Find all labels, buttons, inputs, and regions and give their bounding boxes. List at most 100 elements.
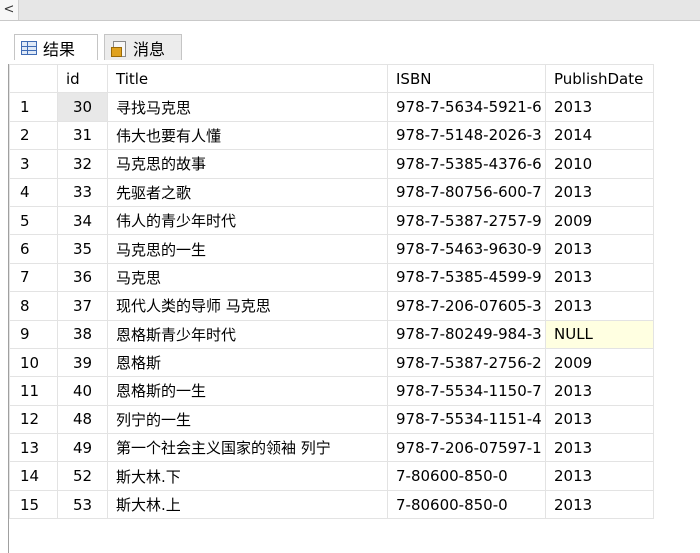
title-cell[interactable]: 伟大也要有人懂	[107, 120, 388, 151]
id-cell[interactable]: 36	[57, 262, 108, 293]
row-number-cell[interactable]: 13	[9, 433, 58, 463]
column-header-publishdate[interactable]: PublishDate	[545, 63, 654, 94]
title-cell[interactable]: 现代人类的导师 马克思	[107, 291, 388, 321]
id-cell[interactable]: 40	[57, 376, 108, 406]
publishdate-cell[interactable]: 2013	[545, 489, 654, 520]
publishdate-cell[interactable]: 2013	[545, 433, 654, 463]
row-number-cell[interactable]: 6	[9, 234, 58, 264]
isbn-cell[interactable]: 978-7-5385-4599-9	[387, 262, 546, 293]
table-row[interactable]: 3 32 马克思的故事 978-7-5385-4376-6 2010	[9, 149, 654, 179]
isbn-cell[interactable]: 978-7-5634-5921-6	[387, 92, 546, 122]
table-row[interactable]: 10 39 恩格斯 978-7-5387-2756-2 2009	[9, 347, 654, 378]
table-row[interactable]: 6 35 马克思的一生 978-7-5463-9630-9 2013	[9, 234, 654, 264]
title-cell[interactable]: 第一个社会主义国家的领袖 列宁	[107, 433, 388, 463]
title-cell[interactable]: 马克思的故事	[107, 149, 388, 179]
isbn-cell[interactable]: 978-7-206-07597-1	[387, 433, 546, 463]
id-cell[interactable]: 30	[57, 92, 108, 122]
table-row[interactable]: 12 48 列宁的一生 978-7-5534-1151-4 2013	[9, 404, 654, 435]
isbn-cell[interactable]: 7-80600-850-0	[387, 461, 546, 491]
publishdate-cell[interactable]: 2013	[545, 234, 654, 264]
tab-results[interactable]: 结果	[14, 34, 98, 60]
title-cell[interactable]: 马克思的一生	[107, 234, 388, 264]
title-cell[interactable]: 先驱者之歌	[107, 177, 388, 207]
isbn-cell[interactable]: 978-7-5385-4376-6	[387, 149, 546, 179]
isbn-cell[interactable]: 978-7-5534-1151-4	[387, 404, 546, 435]
isbn-cell[interactable]: 978-7-80249-984-3	[387, 319, 546, 349]
id-cell[interactable]: 32	[57, 149, 108, 179]
row-number-cell[interactable]: 7	[9, 262, 58, 293]
row-number-cell[interactable]: 15	[9, 489, 58, 520]
table-row[interactable]: 13 49 第一个社会主义国家的领袖 列宁 978-7-206-07597-1 2013	[9, 433, 654, 463]
table-row[interactable]: 14 52 斯大林.下 7-80600-850-0 2013	[9, 461, 654, 491]
title-cell[interactable]: 伟人的青少年时代	[107, 205, 388, 236]
column-header-rownum[interactable]	[9, 63, 58, 94]
table-row[interactable]: 9 38 恩格斯青少年时代 978-7-80249-984-3 NULL	[9, 319, 654, 349]
column-header-id[interactable]: id	[57, 63, 108, 94]
title-cell[interactable]: 列宁的一生	[107, 404, 388, 435]
column-header-title[interactable]: Title	[107, 63, 388, 94]
row-number-cell[interactable]: 2	[9, 120, 58, 151]
row-number-cell[interactable]: 5	[9, 205, 58, 236]
publishdate-cell[interactable]: 2013	[545, 262, 654, 293]
publishdate-cell[interactable]: NULL	[545, 319, 654, 349]
title-cell[interactable]: 恩格斯的一生	[107, 376, 388, 406]
id-cell[interactable]: 35	[57, 234, 108, 264]
isbn-cell[interactable]: 978-7-5387-2757-9	[387, 205, 546, 236]
scroll-left-button[interactable]: <	[0, 0, 19, 20]
title-cell[interactable]: 恩格斯青少年时代	[107, 319, 388, 349]
id-cell[interactable]: 49	[57, 433, 108, 463]
result-tabs: 结果 消息	[0, 21, 700, 64]
row-number-cell[interactable]: 11	[9, 376, 58, 406]
publishdate-cell[interactable]: 2013	[545, 404, 654, 435]
tab-messages[interactable]: 消息	[104, 34, 182, 60]
id-cell[interactable]: 39	[57, 347, 108, 378]
row-number-cell[interactable]: 8	[9, 291, 58, 321]
table-row[interactable]: 8 37 现代人类的导师 马克思 978-7-206-07605-3 2013	[9, 291, 654, 321]
row-number-cell[interactable]: 9	[9, 319, 58, 349]
row-number-cell[interactable]: 14	[9, 461, 58, 491]
id-cell[interactable]: 34	[57, 205, 108, 236]
id-cell[interactable]: 48	[57, 404, 108, 435]
row-number-cell[interactable]: 4	[9, 177, 58, 207]
id-cell[interactable]: 33	[57, 177, 108, 207]
id-cell[interactable]: 37	[57, 291, 108, 321]
isbn-cell[interactable]: 978-7-80756-600-7	[387, 177, 546, 207]
row-number-cell[interactable]: 12	[9, 404, 58, 435]
table-row[interactable]: 7 36 马克思 978-7-5385-4599-9 2013	[9, 262, 654, 293]
title-cell[interactable]: 马克思	[107, 262, 388, 293]
publishdate-cell[interactable]: 2013	[545, 461, 654, 491]
id-cell[interactable]: 52	[57, 461, 108, 491]
publishdate-cell[interactable]: 2009	[545, 347, 654, 378]
isbn-cell[interactable]: 978-7-5387-2756-2	[387, 347, 546, 378]
isbn-cell[interactable]: 978-7-206-07605-3	[387, 291, 546, 321]
column-header-isbn[interactable]: ISBN	[387, 63, 546, 94]
publishdate-cell[interactable]: 2013	[545, 92, 654, 122]
id-cell[interactable]: 53	[57, 489, 108, 520]
title-cell[interactable]: 斯大林.下	[107, 461, 388, 491]
id-cell[interactable]: 31	[57, 120, 108, 151]
title-cell[interactable]: 寻找马克思	[107, 92, 388, 122]
table-row[interactable]: 11 40 恩格斯的一生 978-7-5534-1150-7 2013	[9, 376, 654, 406]
id-cell[interactable]: 38	[57, 319, 108, 349]
title-cell[interactable]: 恩格斯	[107, 347, 388, 378]
table-row[interactable]: 1 30 寻找马克思 978-7-5634-5921-6 2013	[9, 92, 654, 122]
publishdate-cell[interactable]: 2013	[545, 177, 654, 207]
row-number-cell[interactable]: 3	[9, 149, 58, 179]
isbn-cell[interactable]: 978-7-5534-1150-7	[387, 376, 546, 406]
isbn-cell[interactable]: 978-7-5463-9630-9	[387, 234, 546, 264]
table-row[interactable]: 2 31 伟大也要有人懂 978-7-5148-2026-3 2014	[9, 120, 654, 151]
publishdate-cell[interactable]: 2014	[545, 120, 654, 151]
title-cell[interactable]: 斯大林.上	[107, 489, 388, 520]
row-number-cell[interactable]: 10	[9, 347, 58, 378]
isbn-cell[interactable]: 978-7-5148-2026-3	[387, 120, 546, 151]
table-row[interactable]: 15 53 斯大林.上 7-80600-850-0 2013	[9, 489, 654, 520]
isbn-cell[interactable]: 7-80600-850-0	[387, 489, 546, 520]
table-row[interactable]: 4 33 先驱者之歌 978-7-80756-600-7 2013	[9, 177, 654, 207]
table-row[interactable]: 5 34 伟人的青少年时代 978-7-5387-2757-9 2009	[9, 205, 654, 236]
publishdate-cell[interactable]: 2010	[545, 149, 654, 179]
publishdate-cell[interactable]: 2013	[545, 291, 654, 321]
publishdate-cell[interactable]: 2009	[545, 205, 654, 236]
row-number-cell[interactable]: 1	[9, 92, 58, 122]
publishdate-cell[interactable]: 2013	[545, 376, 654, 406]
horizontal-scrollbar[interactable]: <	[0, 0, 700, 21]
